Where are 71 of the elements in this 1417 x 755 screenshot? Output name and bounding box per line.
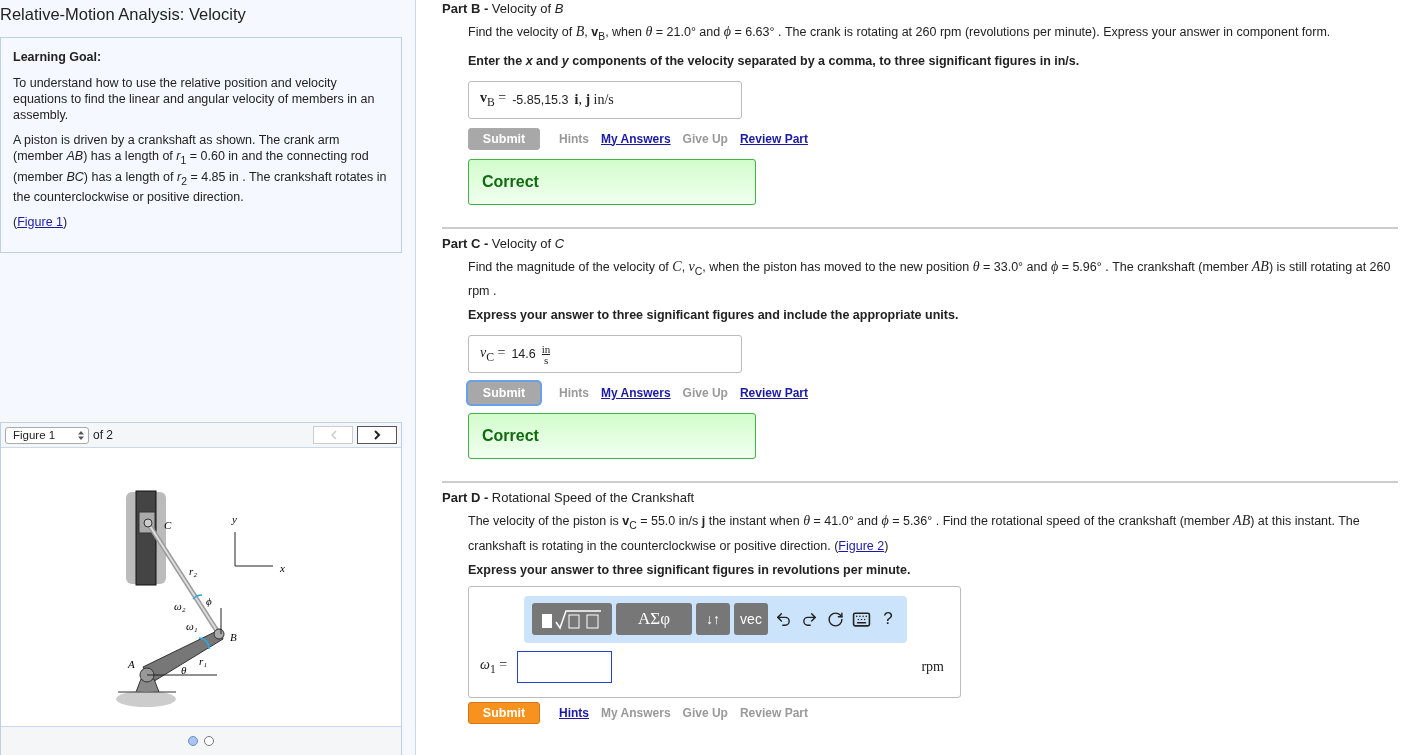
diagram-label: B <box>230 631 237 644</box>
page-dot[interactable] <box>204 736 214 747</box>
diagram-label: y <box>232 513 237 526</box>
page-title: Relative-Motion Analysis: Velocity <box>0 4 247 24</box>
chevron-left-icon <box>329 430 337 441</box>
goal-paragraph: To understand how to use the relative position and velocity equations to find the linear and angular velocity of members in an assembly. <box>13 75 376 123</box>
part-heading: Part D - Rotational Speed of the Crankshaft <box>442 490 696 506</box>
action-link[interactable]: Give Up <box>682 386 728 400</box>
figure-count: of 2 <box>93 428 113 443</box>
answer-label: ω$_{1}$ = <box>480 657 508 676</box>
toolbar-button[interactable]: ΑΣφ <box>616 603 692 635</box>
action-link[interactable]: Review Part <box>739 131 808 146</box>
figure-select[interactable]: Figure 1 <box>5 426 89 444</box>
answer-input[interactable] <box>517 650 613 683</box>
toolbar-button[interactable]: vec <box>734 603 768 635</box>
part-heading: Part B - Velocity of B <box>442 1 565 17</box>
action-link[interactable]: Give Up <box>682 131 728 146</box>
result-banner: Correct <box>468 158 756 205</box>
help-button[interactable]: ? <box>876 603 899 635</box>
question-text: Find the velocity of B, v$_{B}$, when θ = 21.0° and ϕ = 6.63° . The crank is rotating at 260 rpm (revolutions per minute). Express your answer in component form. <box>468 23 1332 44</box>
instruction-text: Express your answer to three significant figures and include the appropriate units. <box>468 307 960 323</box>
updown-icon <box>78 430 84 440</box>
diagram-label: θ <box>181 664 187 677</box>
action-link[interactable]: My Answers <box>601 386 671 400</box>
instruction-text: Express your answer to three significant figures in revolutions per minute. <box>468 561 912 578</box>
figure-link[interactable]: Figure 2 <box>838 538 885 553</box>
action-link[interactable]: My Answers <box>601 705 671 720</box>
answer-field[interactable]: v$_{B}$ = -5.85,15.3 i, j in/s <box>468 80 742 119</box>
question-text: Find the magnitude of the velocity of C, v$_{C}$, when the piston has moved to the new position θ = 33.0° and ϕ = 5.96° . The crankshaft (member AB) is still rotating at 260 rpm . <box>468 257 1392 300</box>
action-link[interactable]: My Answers <box>601 131 671 146</box>
figure-reference: (Figure 1) <box>13 214 69 230</box>
action-link[interactable]: Hints <box>559 386 589 400</box>
diagram-label: A <box>128 658 135 671</box>
answer-label: v$_{B}$ = <box>480 90 507 109</box>
diagram-label: ω₂ <box>174 600 186 613</box>
diagram-label: C <box>164 519 172 532</box>
toolbar-button[interactable]: ↓↑ <box>696 603 730 635</box>
goal-paragraph: A piston is driven by a crankshaft as shown. The crank arm (member AB) has a length of r$_{1}$ = 0.60 in and the connecting rod (member BC) has a length of r$_{2}$ = 4.85 in . The crankshaft rotates in the counterclockwise or positive direction. <box>13 132 388 205</box>
answer-value: 14.6 <box>511 347 536 361</box>
diagram-label: ω₁ <box>186 620 198 633</box>
figure-link[interactable]: Figure 1 <box>17 215 64 229</box>
answer-value: -5.85,15.3 <box>512 92 569 107</box>
templates-button[interactable] <box>532 603 612 635</box>
submit-button[interactable]: Submit <box>468 382 540 404</box>
action-link[interactable]: Review Part <box>739 386 808 400</box>
question-text: The velocity of the piston is v$_{C}$ = 55.0 in/s j the instant when θ = 41.0° and ϕ = 5.36° . Find the rotational speed of the crankshaft (member AB) at this instant. The crankshaft is rotating in the counterclockwise or positive direction. (Figure 2) <box>468 512 1361 555</box>
answer-unit: in s <box>541 343 551 365</box>
page-dot[interactable] <box>188 736 198 747</box>
undo-icon <box>774 610 792 628</box>
submit-button[interactable]: Submit <box>468 701 540 724</box>
redo-icon <box>800 610 818 628</box>
chevron-right-icon <box>373 430 381 441</box>
action-link[interactable]: Give Up <box>682 705 728 720</box>
instruction-text: Enter the x and y components of the velocity separated by a comma, to three significant figures in in/s. <box>468 52 1081 69</box>
diagram-label: r₁ <box>199 655 208 668</box>
learning-goal-heading: Learning Goal: <box>13 50 103 64</box>
action-link[interactable]: Hints <box>559 131 589 146</box>
diagram-label: r₂ <box>189 565 198 578</box>
part-heading: Part C - Velocity of C <box>442 235 566 252</box>
keyboard-icon <box>852 609 872 629</box>
answer-unit: i, j in/s <box>574 91 614 108</box>
action-link[interactable]: Review Part <box>739 705 808 720</box>
reset-icon <box>827 610 844 628</box>
action-link[interactable]: Hints <box>559 705 589 720</box>
result-banner: Correct <box>468 413 756 459</box>
next-button[interactable] <box>357 426 397 445</box>
submit-button[interactable]: Submit <box>468 127 540 150</box>
answer-unit: rpm <box>921 658 944 675</box>
diagram-label: x <box>280 562 285 575</box>
diagram-label: ϕ <box>206 595 212 608</box>
answer-label: v$_{C}$ = <box>480 344 506 364</box>
